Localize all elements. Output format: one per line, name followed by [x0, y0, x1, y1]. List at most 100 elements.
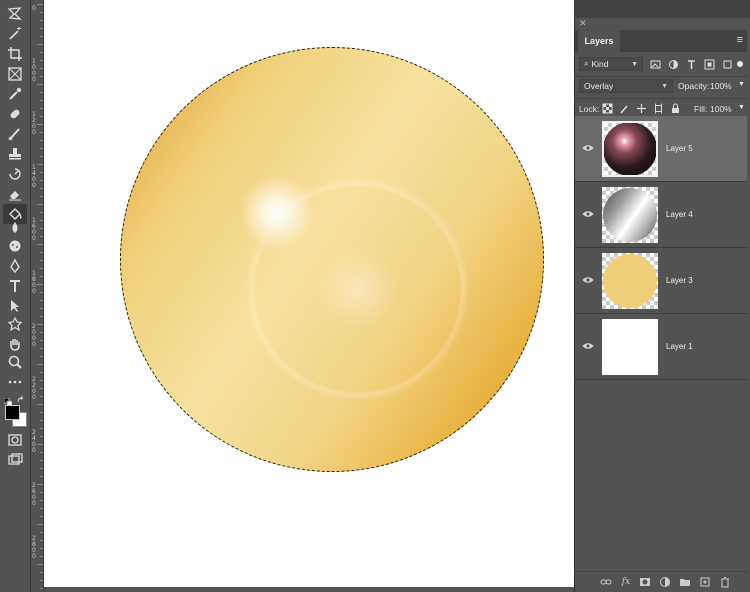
new-group-folder-icon[interactable]	[679, 576, 691, 588]
ruler-tick	[40, 108, 43, 109]
ruler-tick	[37, 444, 43, 445]
ruler-tick	[40, 468, 43, 469]
hand-tool-icon[interactable]	[3, 334, 27, 354]
link-layers-icon[interactable]	[600, 576, 612, 588]
custom-shape-tool-icon[interactable]	[3, 314, 27, 334]
lock-artboard-icon[interactable]	[652, 102, 665, 115]
ruler-tick	[40, 388, 43, 389]
ruler-tick	[40, 28, 43, 29]
screen-mode-icon[interactable]	[3, 450, 27, 470]
ruler-tick	[40, 132, 43, 133]
layer-name[interactable]: Layer 4	[666, 210, 693, 219]
ruler-tick	[40, 452, 43, 453]
fill-value[interactable]: 100%	[710, 104, 732, 114]
filter-pixel-icon[interactable]	[649, 58, 662, 71]
tab-layers[interactable]: Layers	[578, 30, 620, 52]
fill-label: Fill:	[694, 104, 708, 114]
delete-layer-trash-icon[interactable]	[719, 576, 731, 588]
close-panel-icon[interactable]: ✕	[579, 18, 587, 29]
swap-colors-icon[interactable]	[16, 392, 25, 403]
layer-row[interactable]: Layer 1	[575, 314, 747, 380]
zoom-tool-icon[interactable]	[3, 352, 27, 372]
ruler-tick	[40, 532, 43, 533]
ruler-tick	[40, 516, 43, 517]
pen-tool-icon[interactable]	[3, 256, 27, 276]
layer-row[interactable]: Layer 3	[575, 248, 747, 314]
panel-dock-header	[574, 0, 750, 18]
ruler-tick	[40, 420, 43, 421]
ruler-tick	[37, 524, 43, 525]
healing-brush-tool-icon[interactable]	[3, 104, 27, 124]
ruler-tick	[40, 188, 43, 189]
crop-tool-icon[interactable]	[3, 44, 27, 64]
panel-menu-icon[interactable]: ≡	[737, 34, 743, 46]
ruler-label: 1 4 0 0	[32, 164, 36, 189]
filter-smart-object-icon[interactable]	[721, 58, 734, 71]
ruler-tick	[40, 332, 43, 333]
ruler-tick	[40, 212, 43, 213]
lock-position-icon[interactable]	[635, 102, 648, 115]
ruler-tick	[40, 36, 43, 37]
ruler-tick	[40, 380, 43, 381]
visibility-eye-icon[interactable]	[582, 144, 594, 152]
lasso-tool-icon[interactable]	[3, 4, 27, 24]
filter-type-icon[interactable]	[685, 58, 698, 71]
blur-tool-icon[interactable]	[3, 218, 27, 238]
ruler-tick	[40, 556, 43, 557]
blend-row: Overlay ▼ Opacity: 100% ▼	[575, 76, 747, 99]
fill-chevron-icon[interactable]: ▼	[738, 104, 745, 111]
opacity-chevron-icon[interactable]: ▼	[738, 81, 745, 88]
add-layer-mask-icon[interactable]	[639, 576, 651, 588]
layers-panel-footer: fx	[575, 571, 747, 592]
layer-row[interactable]: Layer 4	[575, 182, 747, 248]
lock-all-icon[interactable]	[669, 102, 682, 115]
more-tools-icon[interactable]	[3, 372, 27, 392]
visibility-eye-icon[interactable]	[582, 210, 594, 218]
lock-image-pixels-icon[interactable]	[618, 102, 631, 115]
ruler-tick	[40, 236, 43, 237]
new-layer-icon[interactable]	[699, 576, 711, 588]
filter-adjustment-icon[interactable]	[667, 58, 680, 71]
frame-tool-icon[interactable]	[3, 64, 27, 84]
vertical-ruler: 0 1 0 0 0 1 2 0 0 1 4 0 0 1 6 0 0 1 8 0 0 2 0 …	[31, 0, 44, 592]
selection-marquee	[120, 47, 544, 472]
layer-row[interactable]: Layer 5	[575, 116, 747, 182]
ruler-tick	[40, 196, 43, 197]
history-brush-tool-icon[interactable]	[3, 164, 27, 184]
visibility-eye-icon[interactable]	[582, 342, 594, 350]
ruler-tick	[40, 500, 43, 501]
path-selection-tool-icon[interactable]	[3, 296, 27, 316]
brush-tool-icon[interactable]	[3, 124, 27, 144]
document-canvas[interactable]	[44, 0, 574, 587]
ruler-tick	[37, 484, 43, 485]
type-tool-icon[interactable]	[3, 276, 27, 296]
filter-toggle-icon[interactable]	[737, 61, 743, 67]
quick-mask-icon[interactable]	[3, 430, 27, 450]
visibility-eye-icon[interactable]	[582, 276, 594, 284]
ruler-tick	[40, 348, 43, 349]
filter-shape-icon[interactable]	[703, 58, 716, 71]
clone-stamp-tool-icon[interactable]	[3, 144, 27, 164]
opacity-field[interactable]: 100%	[709, 79, 737, 93]
foreground-color-swatch[interactable]	[5, 405, 20, 420]
eraser-tool-icon[interactable]	[3, 184, 27, 204]
layer-name[interactable]: Layer 5	[666, 144, 693, 153]
default-colors-icon[interactable]	[3, 393, 13, 407]
ruler-label: 1 0 0 0	[32, 58, 36, 83]
ruler-tick	[40, 252, 43, 253]
layer-style-fx-icon[interactable]: fx	[620, 576, 632, 588]
new-adjustment-layer-icon[interactable]	[659, 576, 671, 588]
ruler-tick	[37, 84, 43, 85]
blend-mode-dropdown[interactable]: Overlay ▼	[579, 79, 673, 93]
ruler-tick	[40, 156, 43, 157]
magic-wand-tool-icon[interactable]	[3, 24, 27, 44]
layer-name[interactable]: Layer 3	[666, 276, 693, 285]
sponge-tool-icon[interactable]	[3, 236, 27, 256]
eyedropper-tool-icon[interactable]	[3, 84, 27, 104]
layer-name[interactable]: Layer 1	[666, 342, 693, 351]
ruler-tick	[40, 372, 43, 373]
filter-kind-dropdown[interactable]: ⌕ Kind ▼	[579, 57, 643, 71]
lock-transparent-pixels-icon[interactable]	[601, 102, 614, 115]
ruler-tick	[40, 180, 43, 181]
ruler-label: 2 4 0 0	[32, 429, 36, 454]
